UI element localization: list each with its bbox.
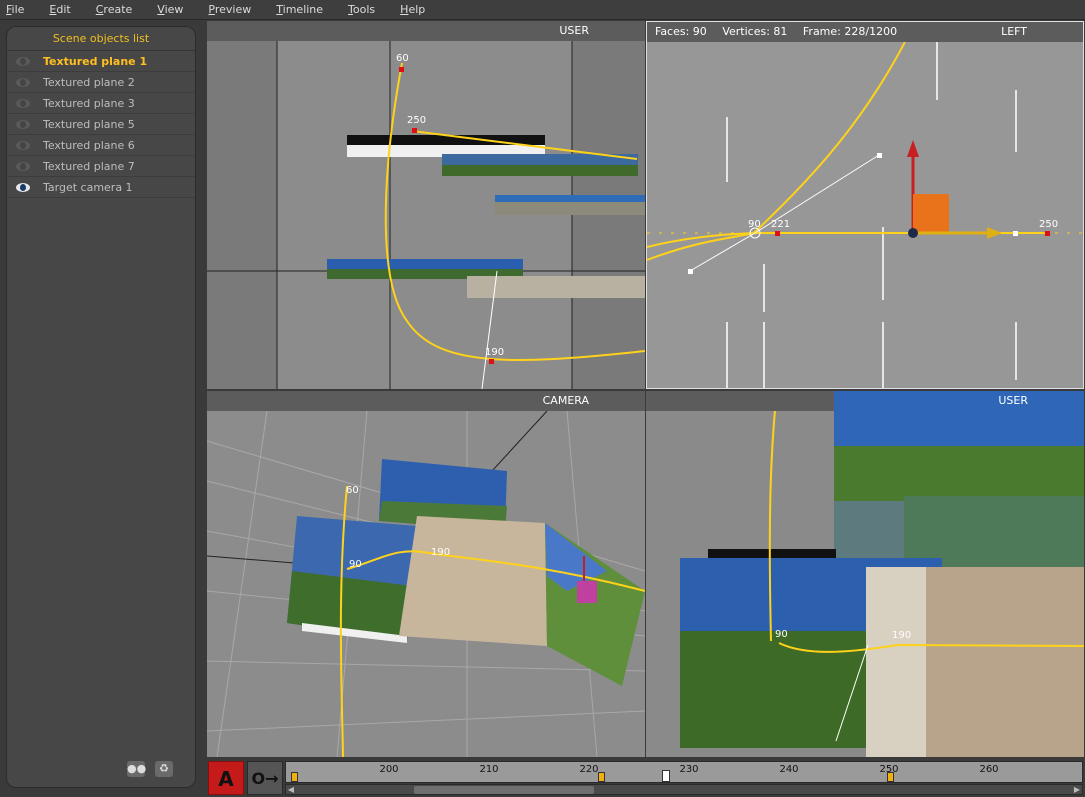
viewport-canvas[interactable]: 60 90 190 [646, 391, 1084, 757]
tick-label: 200 [379, 764, 399, 775]
tick-label: 220 [579, 764, 599, 775]
set-key-button[interactable]: O→ [247, 761, 283, 795]
menu-preview[interactable]: Preview [206, 3, 253, 16]
object-row-textured-plane-6[interactable]: Textured plane 6 [7, 135, 195, 156]
key-icon: O→ [251, 769, 279, 788]
timeline-cursor[interactable] [662, 770, 670, 782]
keyframe-label-190: 190 [892, 630, 911, 641]
viewport-header: USER [207, 21, 645, 41]
frame-counter: Frame: 228/1200 [802, 25, 898, 38]
menu-edit[interactable]: Edit [47, 3, 72, 16]
add-object-icon[interactable]: ●● [127, 761, 146, 777]
vertices-count: Vertices: 81 [722, 25, 788, 38]
keyframe-label-90: 90 [775, 629, 788, 640]
object-label: Textured plane 5 [43, 117, 135, 131]
object-label: Textured plane 2 [43, 75, 135, 89]
viewport-left[interactable]: 90 221 250 Faces: 90 Vertices: 81 Frame:… [646, 21, 1084, 389]
viewport-name[interactable]: LEFT [1001, 22, 1027, 42]
keyframe-label-90: 90 [748, 219, 761, 230]
eye-icon[interactable] [16, 77, 30, 87]
viewport-header: CAMERA [207, 391, 645, 411]
tick-label: 210 [479, 764, 499, 775]
keyframe-label-60: 60 [346, 485, 359, 496]
menu-timeline[interactable]: Timeline [274, 3, 325, 16]
keyframe-marker[interactable] [291, 772, 298, 782]
object-row-target-camera-1[interactable]: Target camera 1 [7, 177, 195, 198]
menu-tools[interactable]: Tools [346, 3, 377, 16]
faces-count: Faces: 90 [655, 25, 707, 38]
eye-icon[interactable] [16, 182, 30, 192]
viewport-camera[interactable]: 60 90 190 CAMERA [207, 391, 645, 757]
tick-label: 260 [979, 764, 999, 775]
scrollbar-thumb[interactable] [414, 786, 594, 794]
keyframe-label-60: 60 [396, 53, 409, 64]
object-row-textured-plane-1[interactable]: Textured plane 1 [7, 51, 195, 72]
menu-create[interactable]: Create [94, 3, 135, 16]
panel-title: Scene objects list [7, 27, 195, 51]
object-label: Textured plane 3 [43, 96, 135, 110]
timeline-ruler[interactable]: 200 210 220 230 240 250 260 [285, 761, 1083, 783]
timeline: A O→ 200 210 220 230 240 250 260 ◀ ▶ [205, 759, 1085, 797]
eye-icon[interactable] [16, 98, 30, 108]
eye-icon[interactable] [16, 161, 30, 171]
eye-icon[interactable] [16, 56, 30, 66]
object-row-textured-plane-7[interactable]: Textured plane 7 [7, 156, 195, 177]
object-row-textured-plane-5[interactable]: Textured plane 5 [7, 114, 195, 135]
viewport-canvas[interactable]: 90 221 250 [647, 22, 1084, 389]
viewport-user-bottom[interactable]: 60 90 190 USER [646, 391, 1084, 757]
viewport-header: Faces: 90 Vertices: 81 Frame: 228/1200 L… [647, 22, 1083, 42]
viewport-user-top[interactable]: 60 250 190 USER [207, 21, 645, 389]
object-label: Textured plane 6 [43, 138, 135, 152]
menu-help[interactable]: Help [398, 3, 427, 16]
viewport-header: USER [646, 391, 1084, 411]
panel-tools: ●● ♻ [127, 761, 173, 777]
scroll-right-arrow-icon[interactable]: ▶ [1072, 785, 1082, 794]
eye-icon[interactable] [16, 140, 30, 150]
keyframe-label-190: 190 [485, 347, 504, 358]
tick-label: 240 [779, 764, 799, 775]
viewport-name[interactable]: USER [559, 21, 589, 41]
keyframe-label-190: 190 [431, 547, 450, 558]
keyframe-label-250: 250 [1039, 219, 1058, 230]
object-label: Target camera 1 [43, 180, 133, 194]
viewport-name[interactable]: USER [998, 391, 1028, 411]
keyframe-marker[interactable] [887, 772, 894, 782]
viewport-name[interactable]: CAMERA [543, 391, 589, 411]
keyframe-label-221: 221 [771, 219, 790, 230]
scroll-left-arrow-icon[interactable]: ◀ [286, 785, 296, 794]
viewport-canvas[interactable]: 60 90 190 [207, 391, 645, 757]
object-label: Textured plane 1 [43, 54, 148, 68]
viewport-stats: Faces: 90 Vertices: 81 Frame: 228/1200 [655, 22, 909, 42]
viewport-canvas[interactable]: 60 250 190 [207, 21, 645, 389]
keyframe-label-250: 250 [407, 115, 426, 126]
delete-object-icon[interactable]: ♻ [155, 761, 173, 777]
menu-view[interactable]: View [155, 3, 185, 16]
tick-label: 230 [679, 764, 699, 775]
eye-icon[interactable] [16, 119, 30, 129]
menu-bar: File Edit Create View Preview Timeline T… [0, 0, 1085, 20]
object-row-textured-plane-2[interactable]: Textured plane 2 [7, 72, 195, 93]
scene-objects-panel: Scene objects list Textured plane 1 Text… [6, 26, 196, 788]
object-row-textured-plane-3[interactable]: Textured plane 3 [7, 93, 195, 114]
timeline-scrollbar[interactable]: ◀ ▶ [285, 784, 1083, 795]
menu-file[interactable]: File [4, 3, 26, 16]
keyframe-marker[interactable] [598, 772, 605, 782]
auto-key-button[interactable]: A [208, 761, 244, 795]
object-label: Textured plane 7 [43, 159, 135, 173]
scene-objects-list: Textured plane 1 Textured plane 2 Textur… [7, 51, 195, 198]
keyframe-label-90: 90 [349, 559, 362, 570]
sidebar: Scene objects list Textured plane 1 Text… [0, 20, 205, 797]
